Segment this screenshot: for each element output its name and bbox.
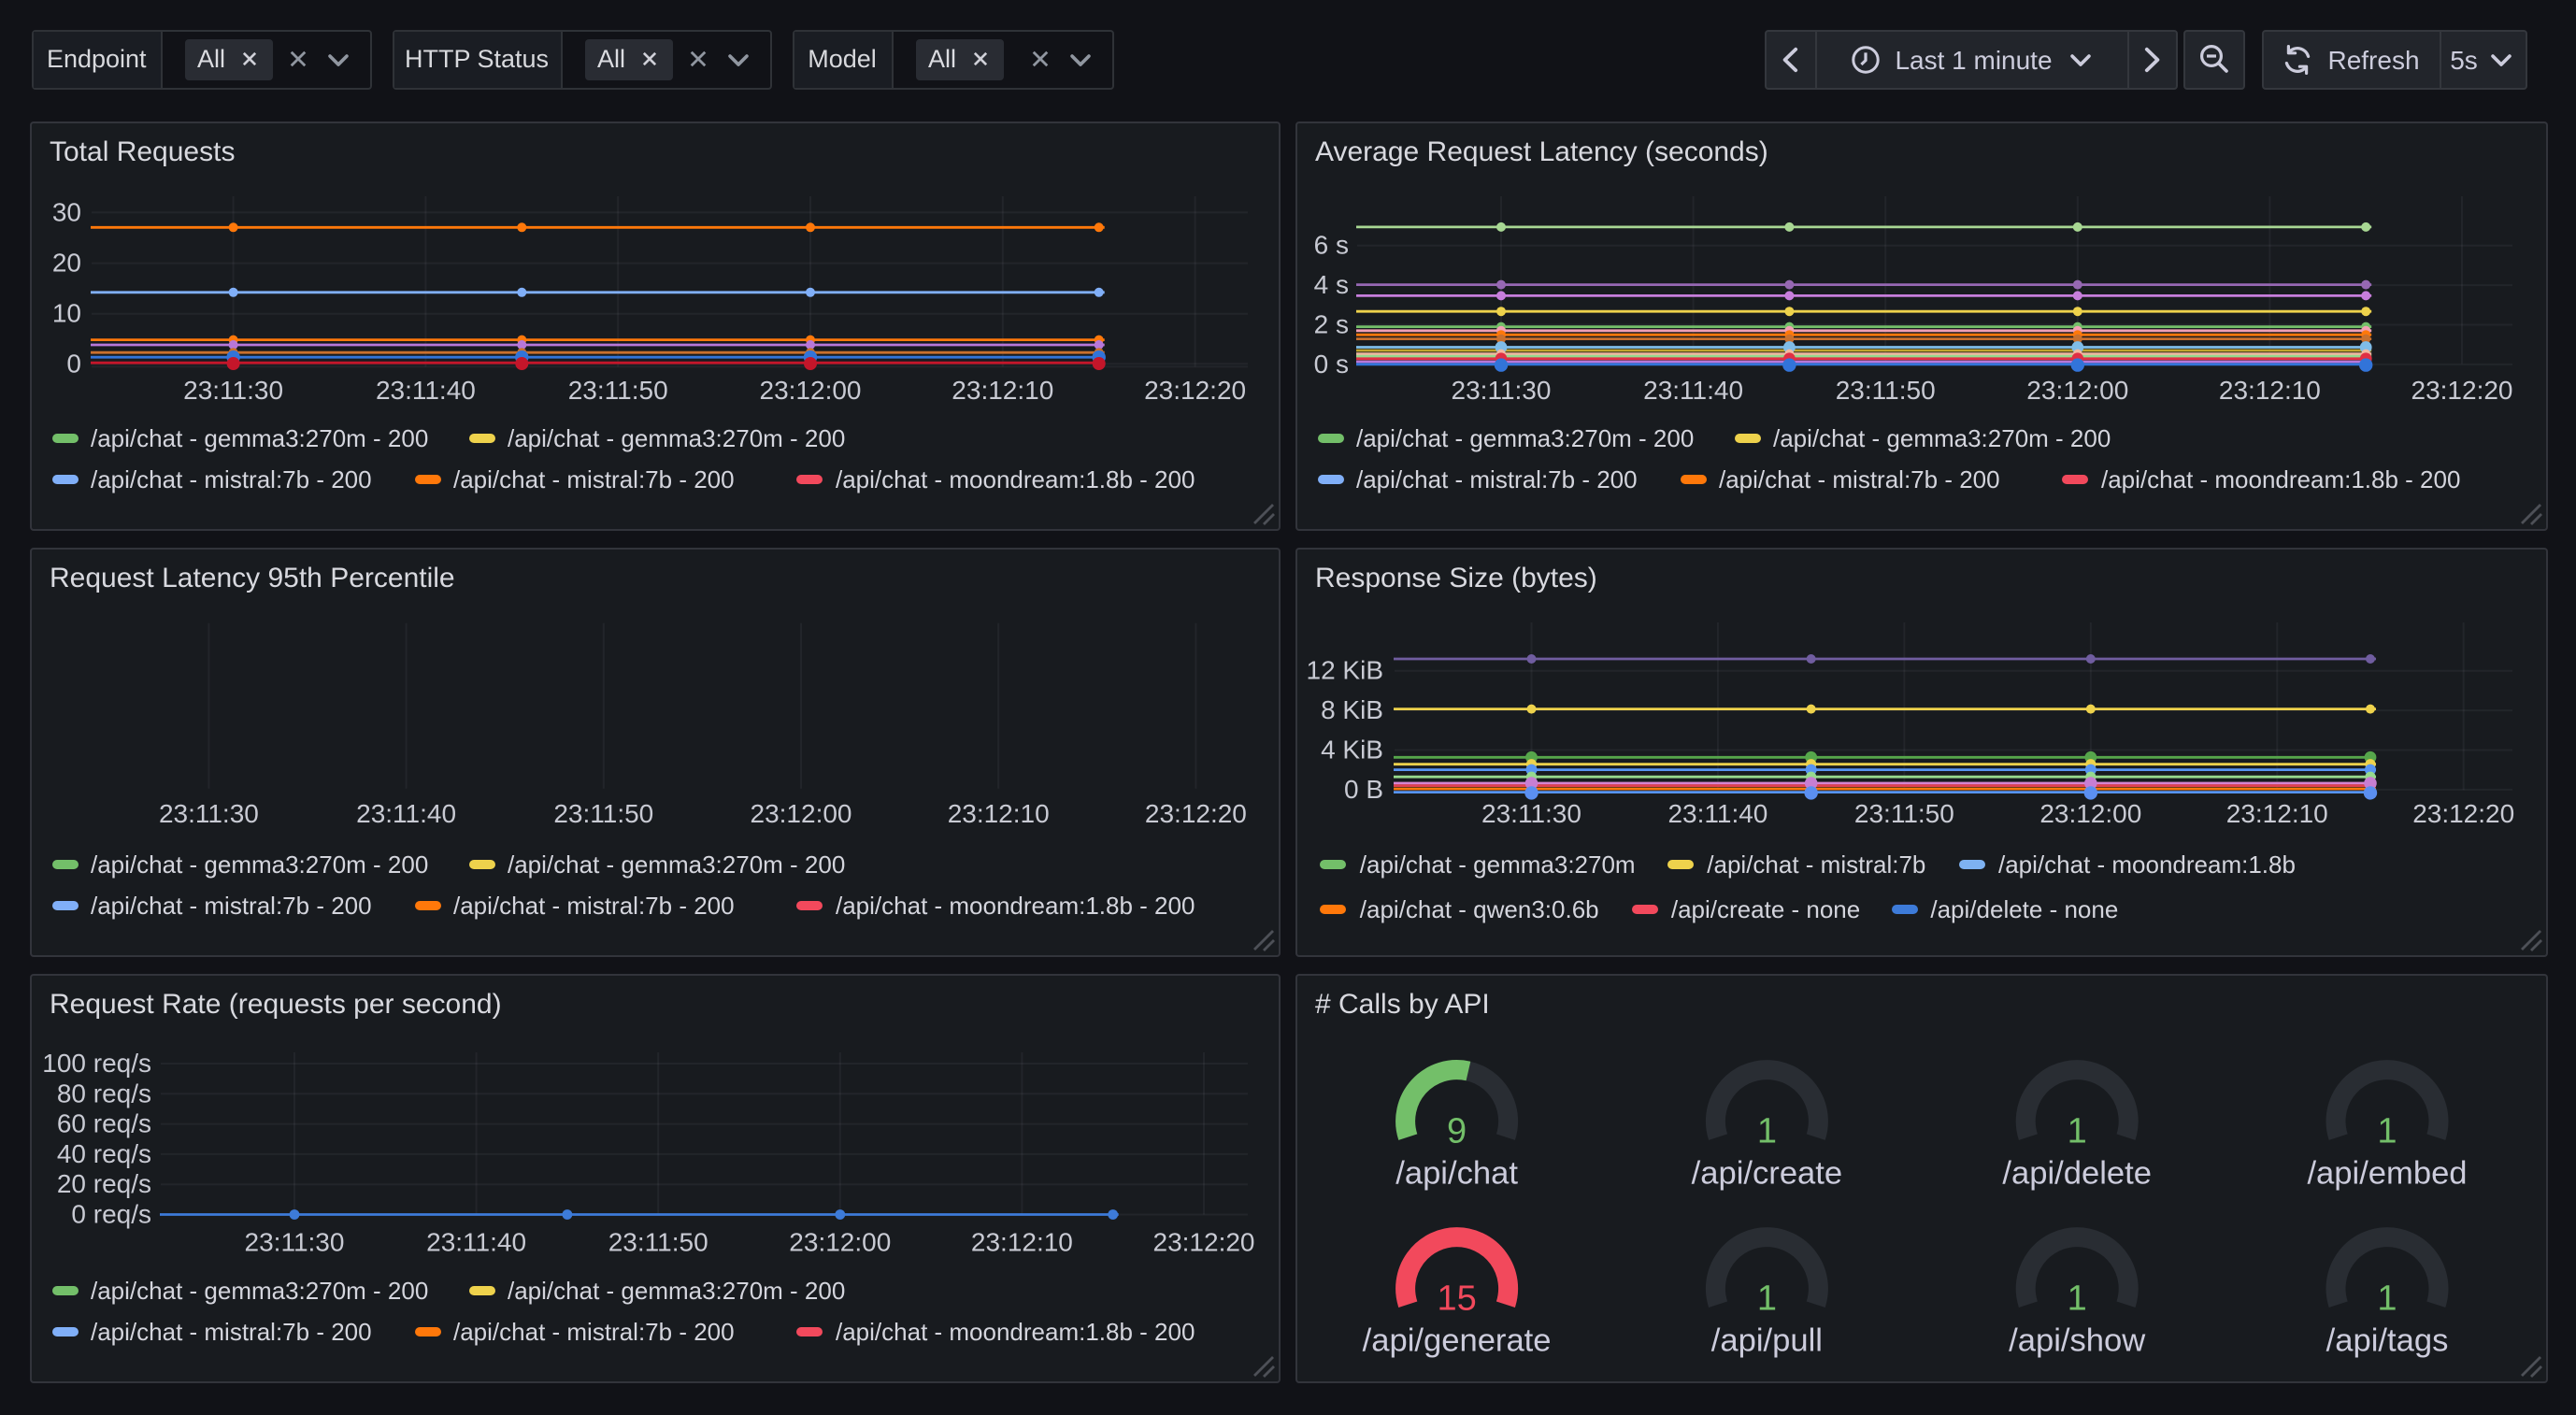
- svg-text:/api/delete: /api/delete: [2001, 1155, 2151, 1191]
- svg-text:15: 15: [1436, 1279, 1475, 1318]
- svg-text:30: 30: [51, 196, 80, 225]
- svg-text:1: 1: [1756, 1111, 1776, 1151]
- svg-text:23:12:10: 23:12:10: [2218, 375, 2320, 404]
- svg-text:23:12:10: 23:12:10: [947, 798, 1049, 827]
- svg-text:0 B: 0 B: [1343, 774, 1382, 803]
- svg-text:2 s: 2 s: [1313, 309, 1348, 338]
- svg-text:1: 1: [2067, 1279, 2086, 1318]
- svg-text:23:11:50: 23:11:50: [567, 375, 667, 404]
- svg-text:/api/create: /api/create: [1691, 1155, 1841, 1191]
- svg-text:/api/pull: /api/pull: [1710, 1322, 1822, 1358]
- svg-text:23:12:20: 23:12:20: [1144, 798, 1246, 827]
- svg-text:1: 1: [2376, 1111, 2396, 1151]
- svg-text:10: 10: [51, 298, 80, 327]
- svg-text:100 req/s: 100 req/s: [41, 1048, 150, 1077]
- svg-text:23:11:30: 23:11:30: [244, 1227, 344, 1256]
- svg-text:23:12:20: 23:12:20: [1143, 375, 1245, 404]
- svg-text:12 KiB: 12 KiB: [1306, 655, 1383, 684]
- svg-text:6 s: 6 s: [1313, 230, 1348, 259]
- svg-text:23:12:00: 23:12:00: [788, 1227, 890, 1256]
- svg-text:8 KiB: 8 KiB: [1320, 694, 1382, 723]
- svg-text:1: 1: [1756, 1279, 1776, 1318]
- svg-text:4 KiB: 4 KiB: [1320, 735, 1382, 764]
- svg-text:20: 20: [51, 248, 80, 277]
- svg-text:1: 1: [2376, 1279, 2396, 1318]
- svg-text:/api/generate: /api/generate: [1362, 1322, 1551, 1358]
- svg-text:/api/tags: /api/tags: [2326, 1322, 2448, 1358]
- svg-text:23:12:20: 23:12:20: [2411, 375, 2512, 404]
- svg-text:23:12:00: 23:12:00: [750, 798, 852, 827]
- svg-text:23:11:50: 23:11:50: [1835, 375, 1935, 404]
- svg-text:0 s: 0 s: [1313, 349, 1348, 378]
- svg-text:/api/chat: /api/chat: [1395, 1155, 1517, 1191]
- svg-text:0 req/s: 0 req/s: [70, 1199, 150, 1228]
- svg-text:23:11:50: 23:11:50: [608, 1227, 708, 1256]
- svg-text:4 s: 4 s: [1313, 269, 1348, 298]
- svg-text:1: 1: [2067, 1111, 2086, 1151]
- svg-text:23:11:40: 23:11:40: [355, 798, 455, 827]
- svg-text:23:11:40: 23:11:40: [1667, 798, 1767, 827]
- svg-text:23:12:10: 23:12:10: [2225, 798, 2327, 827]
- svg-text:23:11:40: 23:11:40: [375, 375, 475, 404]
- svg-text:23:12:20: 23:12:20: [2411, 798, 2513, 827]
- svg-text:/api/show: /api/show: [2008, 1322, 2145, 1358]
- svg-text:23:11:40: 23:11:40: [1642, 375, 1742, 404]
- svg-text:23:12:10: 23:12:10: [970, 1227, 1072, 1256]
- svg-text:0: 0: [65, 348, 80, 377]
- svg-text:20 req/s: 20 req/s: [56, 1168, 150, 1197]
- svg-text:23:11:50: 23:11:50: [552, 798, 652, 827]
- svg-text:23:11:40: 23:11:40: [425, 1227, 525, 1256]
- svg-text:23:11:50: 23:11:50: [1853, 798, 1953, 827]
- svg-text:60 req/s: 60 req/s: [56, 1108, 150, 1137]
- svg-text:9: 9: [1446, 1111, 1466, 1151]
- svg-text:80 req/s: 80 req/s: [56, 1078, 150, 1107]
- svg-text:23:12:00: 23:12:00: [759, 375, 861, 404]
- svg-text:23:11:30: 23:11:30: [182, 375, 282, 404]
- svg-text:23:12:00: 23:12:00: [2025, 375, 2127, 404]
- svg-text:23:11:30: 23:11:30: [1451, 375, 1551, 404]
- svg-text:23:11:30: 23:11:30: [158, 798, 258, 827]
- svg-text:23:12:10: 23:12:10: [951, 375, 1052, 404]
- svg-text:/api/embed: /api/embed: [2306, 1155, 2466, 1191]
- svg-text:23:12:20: 23:12:20: [1152, 1227, 1254, 1256]
- svg-text:40 req/s: 40 req/s: [56, 1138, 150, 1167]
- svg-text:23:12:00: 23:12:00: [2039, 798, 2140, 827]
- svg-text:23:11:30: 23:11:30: [1481, 798, 1581, 827]
